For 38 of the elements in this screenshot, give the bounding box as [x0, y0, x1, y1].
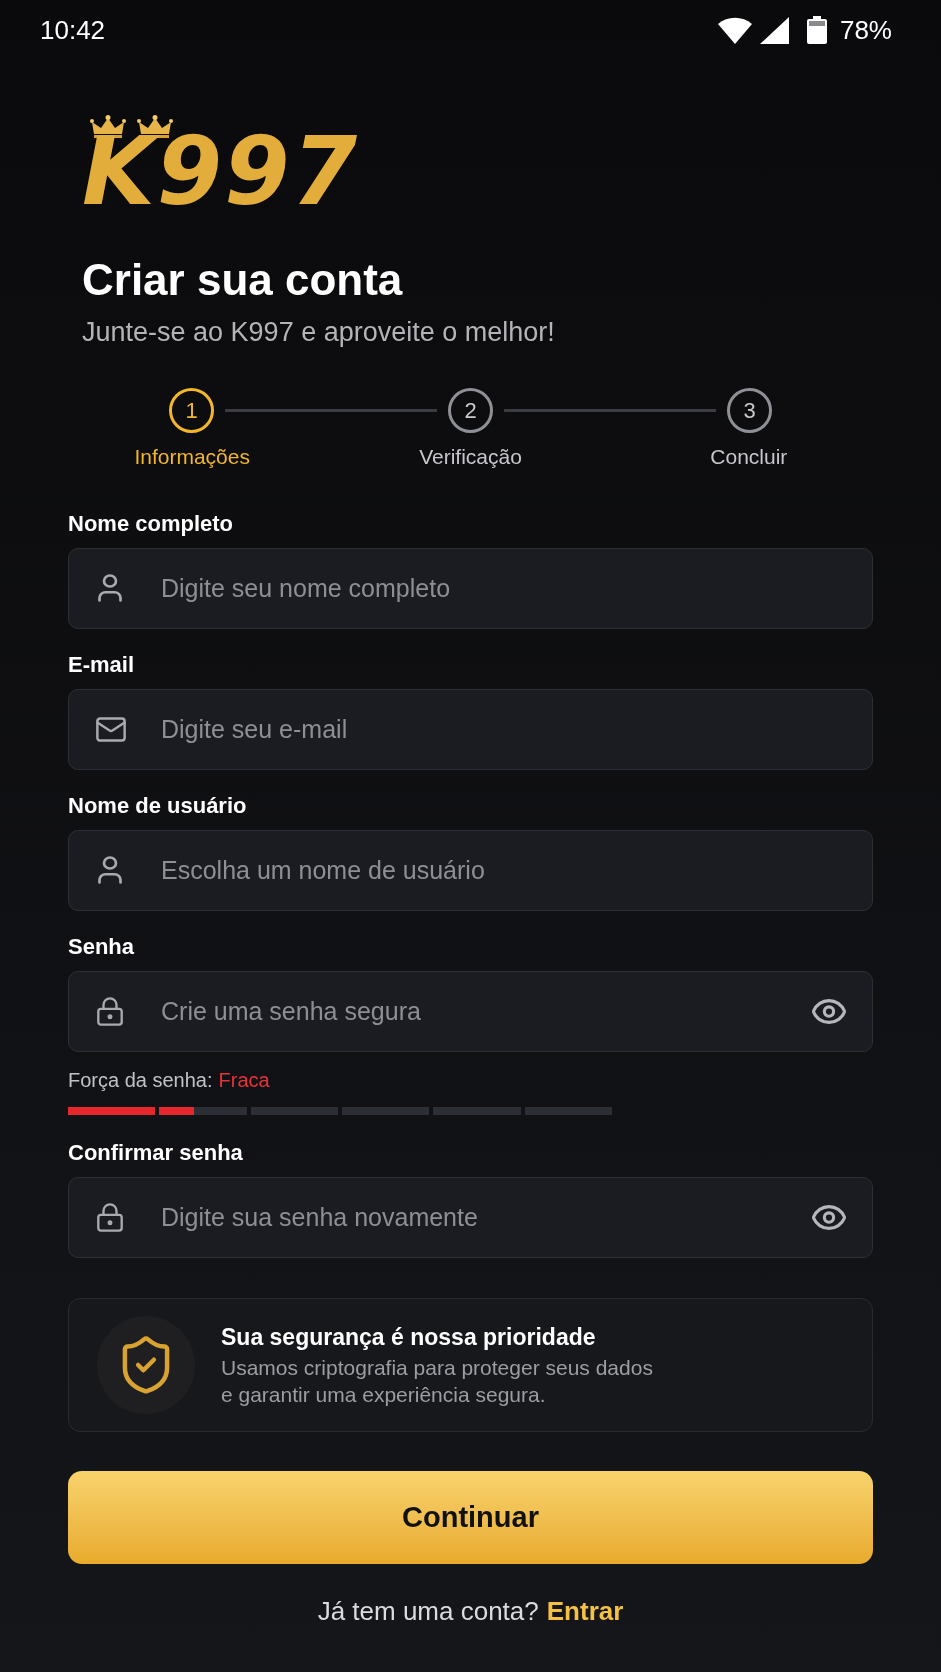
- password-field[interactable]: Digite sua senha novamente: [68, 1177, 873, 1258]
- step-indicator: 2: [448, 388, 493, 433]
- field-label: Nome de usuário: [68, 792, 247, 820]
- eye-icon[interactable]: [812, 1205, 846, 1230]
- email-field[interactable]: Digite seu e-mail: [68, 689, 873, 770]
- mail-icon: [96, 717, 126, 742]
- step-indicator: 1: [169, 388, 214, 433]
- page-subtitle: Junte-se ao K997 e aproveite o melhor!: [82, 316, 555, 349]
- strength-value: Fraca: [218, 1068, 270, 1092]
- battery-icon: [806, 16, 827, 44]
- field-label: E-mail: [68, 651, 135, 679]
- strength-label: Força da senha:: [68, 1068, 213, 1092]
- eye-icon[interactable]: [812, 999, 846, 1024]
- lock-icon: [97, 1203, 123, 1232]
- password-field[interactable]: Crie uma senha segura: [68, 971, 873, 1052]
- text-field[interactable]: Escolha um nome de usuário: [68, 830, 873, 911]
- person-icon: [98, 856, 122, 884]
- wifi-icon: [717, 16, 752, 44]
- lock-icon: [97, 997, 123, 1026]
- signal-icon: [759, 16, 789, 44]
- step-indicator: 3: [727, 388, 772, 433]
- text-field[interactable]: Digite seu nome completo: [68, 548, 873, 629]
- login-prompt-text: Já tem uma conta?: [317, 1595, 539, 1627]
- step-label: Verificação: [419, 444, 522, 470]
- page-title: Criar sua conta: [82, 254, 403, 306]
- step-label: Concluir: [710, 444, 788, 470]
- security-description: Usamos criptografia para proteger seus dados e garantir uma experiência segura.: [221, 1354, 653, 1408]
- battery-percentage: 78%: [839, 15, 892, 45]
- person-icon: [98, 574, 122, 602]
- field-label: Senha: [68, 933, 135, 961]
- field-label: Confirmar senha: [68, 1139, 243, 1167]
- security-title: Sua segurança é nossa prioridade: [221, 1322, 596, 1351]
- status-time: 10:42: [40, 15, 106, 45]
- step-label: Informações: [134, 444, 250, 470]
- continue-button[interactable]: Continuar: [68, 1471, 873, 1564]
- logo-text: K997: [82, 135, 360, 209]
- field-label: Nome completo: [68, 510, 234, 538]
- login-link[interactable]: Entrar: [546, 1595, 624, 1627]
